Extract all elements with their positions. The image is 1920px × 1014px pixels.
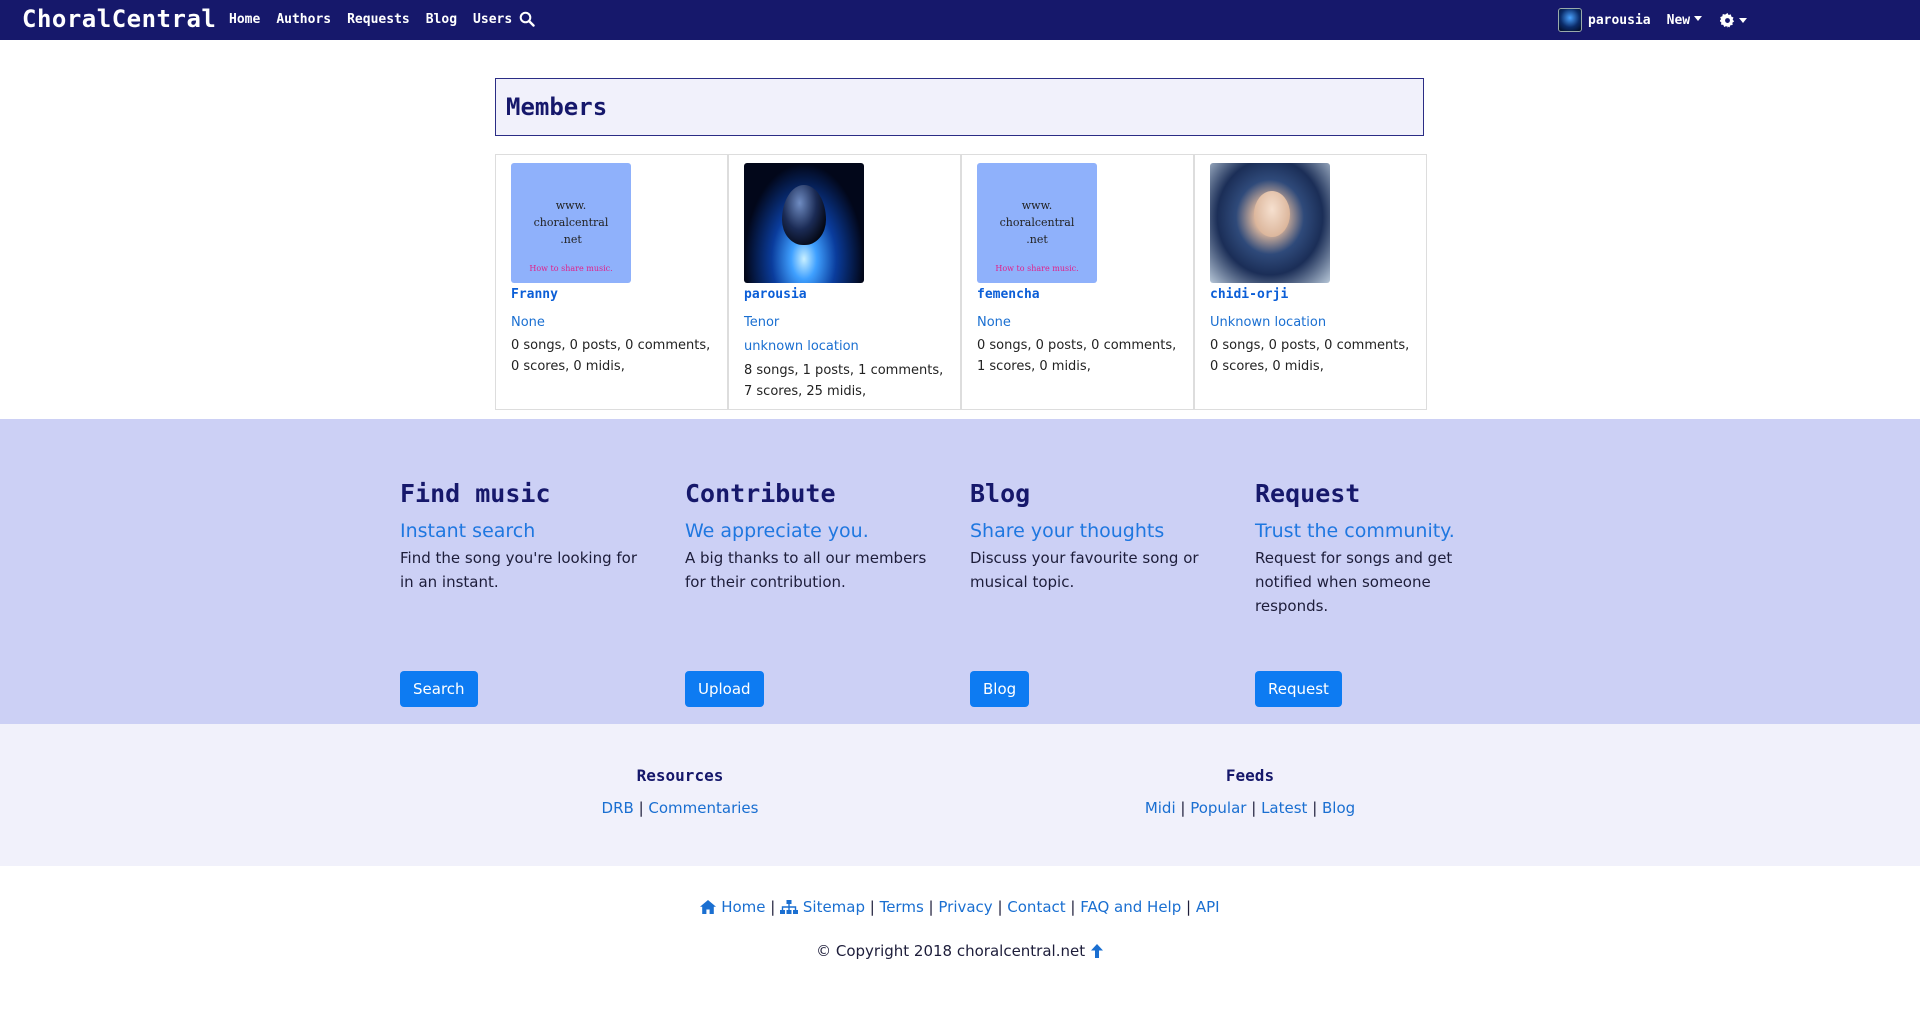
latest-feed-link[interactable]: Latest	[1261, 799, 1307, 817]
member-voice[interactable]: None	[977, 315, 1011, 330]
drb-link[interactable]: DRB	[602, 799, 634, 817]
avatar-egg-shape	[782, 185, 826, 245]
member-avatar[interactable]	[744, 163, 864, 283]
avatar-text-line: choralcentral	[533, 216, 609, 229]
member-stats: 0 songs, 0 posts, 0 comments, 0 scores, …	[511, 338, 711, 374]
member-cards: www. choralcentral .net How to share mus…	[495, 154, 1427, 410]
member-name-link[interactable]: Franny	[511, 287, 558, 302]
new-dropdown[interactable]: New	[1667, 13, 1702, 28]
feature-title: Blog	[970, 479, 1031, 508]
member-card: www. choralcentral .net How to share mus…	[961, 154, 1194, 410]
nav-home-link[interactable]: Home	[229, 12, 260, 27]
feeds-column: Feeds Midi | Popular | Latest | Blog	[1100, 766, 1400, 817]
member-name-link[interactable]: chidi-orji	[1210, 287, 1288, 302]
user-menu-area: parousia New	[1558, 8, 1747, 32]
feature-request: Request Trust the community. Request for…	[1255, 479, 1505, 707]
resources-feeds-section: Resources DRB | Commentaries Feeds Midi …	[0, 724, 1920, 866]
blog-button[interactable]: Blog	[970, 671, 1030, 707]
copyright-text: © Copyright 2018 choralcentral.net	[816, 942, 1086, 960]
member-name-link[interactable]: femencha	[977, 287, 1040, 302]
avatar-text-line: www.	[1021, 199, 1053, 212]
sitemap-icon	[780, 900, 799, 918]
commentaries-link[interactable]: Commentaries	[648, 799, 758, 817]
member-stats: 8 songs, 1 posts, 1 comments, 7 scores, …	[744, 363, 944, 399]
page-footer: Home | Sitemap | Terms | Privacy | Conta…	[0, 866, 1920, 1014]
avatar-tagline: How to share music.	[529, 264, 613, 273]
member-name-link[interactable]: parousia	[744, 287, 807, 302]
footer-sitemap-link[interactable]: Sitemap	[803, 898, 865, 916]
feature-contribute: Contribute We appreciate you. A big than…	[685, 479, 935, 707]
nav-requests-link[interactable]: Requests	[347, 12, 410, 27]
footer-terms-link[interactable]: Terms	[880, 898, 924, 916]
user-avatar[interactable]	[1558, 8, 1582, 32]
member-voice[interactable]: Unknown location	[1210, 315, 1326, 330]
member-avatar[interactable]	[1210, 163, 1330, 283]
nav-blog-link[interactable]: Blog	[426, 12, 457, 27]
top-navbar: ChoralCentral Home Authors Requests Blog…	[0, 0, 1920, 40]
feature-title: Request	[1255, 479, 1361, 508]
avatar-text-line: choralcentral	[999, 216, 1075, 229]
gear-icon	[1720, 12, 1735, 28]
footer-home-link[interactable]: Home	[721, 898, 765, 916]
avatar-text-line: www.	[555, 199, 587, 212]
feeds-heading: Feeds	[1225, 766, 1275, 785]
upload-button[interactable]: Upload	[685, 671, 764, 707]
member-avatar[interactable]: www. choralcentral .net How to share mus…	[977, 163, 1097, 283]
footer-contact-link[interactable]: Contact	[1007, 898, 1065, 916]
avatar-tagline: How to share music.	[995, 264, 1079, 273]
feature-subtitle: Trust the community.	[1255, 520, 1455, 542]
arrow-up-icon[interactable]	[1090, 944, 1104, 962]
avatar-text-line: .net	[1026, 233, 1048, 246]
brand-logo[interactable]: ChoralCentral	[22, 5, 216, 33]
member-card: parousia Tenor unknown location 8 songs,…	[728, 154, 961, 410]
feature-subtitle: We appreciate you.	[685, 520, 869, 542]
member-card: chidi-orji Unknown location 0 songs, 0 p…	[1194, 154, 1427, 410]
search-icon[interactable]	[519, 11, 535, 31]
member-location[interactable]: unknown location	[744, 339, 859, 354]
member-stats: 0 songs, 0 posts, 0 comments, 0 scores, …	[1210, 338, 1410, 374]
search-button[interactable]: Search	[400, 671, 478, 707]
popular-feed-link[interactable]: Popular	[1190, 799, 1246, 817]
nav-authors-link[interactable]: Authors	[276, 12, 331, 27]
members-header: Members	[495, 78, 1424, 136]
feature-description: Find the song you're looking for in an i…	[400, 549, 637, 591]
feature-description: Request for songs and get notified when …	[1255, 549, 1453, 615]
feature-title: Find music	[400, 479, 551, 508]
member-voice[interactable]: None	[511, 315, 545, 330]
resources-heading: Resources	[636, 766, 724, 785]
footer-api-link[interactable]: API	[1196, 898, 1220, 916]
page-title: Members	[506, 93, 608, 121]
feature-subtitle: Share your thoughts	[970, 520, 1165, 542]
member-avatar[interactable]: www. choralcentral .net How to share mus…	[511, 163, 631, 283]
member-voice[interactable]: Tenor	[744, 315, 779, 330]
nav-username[interactable]: parousia	[1588, 13, 1651, 28]
midi-feed-link[interactable]: Midi	[1145, 799, 1176, 817]
feature-find-music: Find music Instant search Find the song …	[400, 479, 650, 707]
member-card: www. choralcentral .net How to share mus…	[495, 154, 728, 410]
resources-column: Resources DRB | Commentaries	[530, 766, 830, 817]
footer-links: Home | Sitemap | Terms | Privacy | Conta…	[0, 898, 1920, 918]
nav-links: Home Authors Requests Blog Users	[229, 12, 512, 27]
avatar-text-line: .net	[560, 233, 582, 246]
feature-description: A big thanks to all our members for thei…	[685, 549, 927, 591]
feature-description: Discuss your favourite song or musical t…	[970, 549, 1199, 591]
feature-subtitle: Instant search	[400, 520, 536, 542]
feature-title: Contribute	[685, 479, 836, 508]
request-button[interactable]: Request	[1255, 671, 1342, 707]
avatar-face-shape	[1254, 191, 1290, 237]
blog-feed-link[interactable]: Blog	[1322, 799, 1355, 817]
settings-dropdown[interactable]	[1720, 12, 1747, 28]
member-stats: 0 songs, 0 posts, 0 comments, 1 scores, …	[977, 338, 1177, 374]
nav-users-link[interactable]: Users	[473, 12, 512, 27]
copyright-row: © Copyright 2018 choralcentral.net	[0, 942, 1920, 962]
feature-blog: Blog Share your thoughts Discuss your fa…	[970, 479, 1220, 707]
home-icon	[700, 900, 717, 918]
features-section: Find music Instant search Find the song …	[0, 419, 1920, 724]
footer-privacy-link[interactable]: Privacy	[938, 898, 992, 916]
footer-faq-link[interactable]: FAQ and Help	[1080, 898, 1181, 916]
